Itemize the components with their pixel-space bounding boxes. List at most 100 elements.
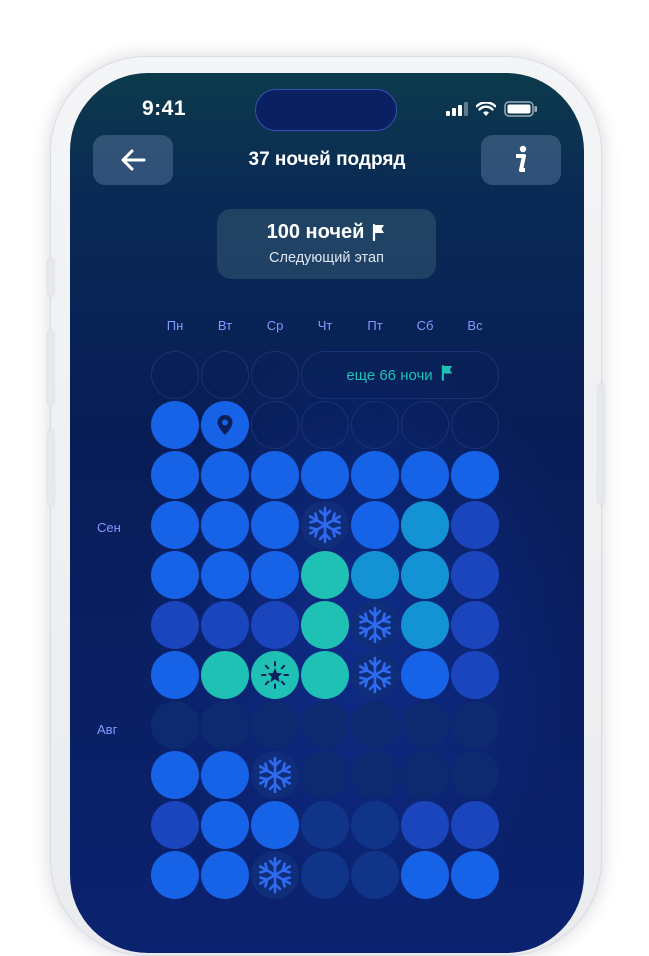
night-cell[interactable] (451, 801, 499, 849)
weekday-label: Сб (416, 318, 434, 333)
night-cell[interactable] (201, 601, 249, 649)
night-cell[interactable] (201, 501, 249, 549)
star-badge-icon (260, 660, 290, 690)
night-cell-frost[interactable] (351, 651, 399, 699)
side-button-left-2 (48, 330, 54, 406)
night-cell[interactable] (151, 401, 199, 449)
snowflake-icon (255, 755, 295, 795)
night-cell[interactable] (351, 451, 399, 499)
night-cell[interactable] (401, 751, 449, 799)
side-button-left-3 (48, 430, 54, 506)
status-time: 9:41 (142, 97, 187, 120)
weekday-label: Вт (217, 318, 233, 333)
night-cell[interactable] (401, 451, 449, 499)
night-cell[interactable] (351, 801, 399, 849)
night-cell-empty (401, 401, 449, 449)
night-cell-empty (301, 401, 349, 449)
night-cell[interactable] (151, 751, 199, 799)
night-cell[interactable] (201, 651, 249, 699)
night-cell[interactable] (151, 501, 199, 549)
location-pin-icon (213, 413, 237, 437)
night-cell[interactable] (201, 801, 249, 849)
night-cell[interactable] (201, 551, 249, 599)
remaining-nights-pill: еще 66 ночи (301, 351, 499, 399)
night-cell-star[interactable] (251, 651, 299, 699)
side-button-left-1 (48, 258, 54, 296)
nights-calendar-grid: еще 66 ночи (150, 350, 500, 900)
night-cell[interactable] (151, 651, 199, 699)
night-cell[interactable] (151, 701, 199, 749)
night-cell[interactable] (401, 851, 449, 899)
night-cell[interactable] (151, 601, 199, 649)
night-cell[interactable] (301, 851, 349, 899)
night-cell[interactable] (251, 701, 299, 749)
night-cell[interactable] (451, 751, 499, 799)
night-cell[interactable] (401, 701, 449, 749)
night-cell-empty (201, 351, 249, 399)
app-screen: 9:41 37 ночей подряд 100 ночей Следующий… (70, 73, 584, 953)
weekday-header: Пн Вт Ср Чт Пт Сб Вс (150, 318, 500, 333)
night-cell-empty (351, 401, 399, 449)
weekday-label: Пн (166, 318, 184, 333)
night-cell[interactable] (301, 801, 349, 849)
night-cell[interactable] (201, 701, 249, 749)
night-cell[interactable] (401, 501, 449, 549)
night-cell[interactable] (401, 601, 449, 649)
night-cell[interactable] (351, 551, 399, 599)
night-cell[interactable] (451, 701, 499, 749)
night-cell[interactable] (251, 551, 299, 599)
night-cell[interactable] (251, 801, 299, 849)
night-cell[interactable] (451, 551, 499, 599)
night-cell[interactable] (201, 751, 249, 799)
snowflake-icon (305, 505, 345, 545)
night-cell[interactable] (451, 501, 499, 549)
night-cell-empty (251, 401, 299, 449)
night-cell[interactable] (301, 601, 349, 649)
night-cell[interactable] (201, 851, 249, 899)
night-cell[interactable] (251, 501, 299, 549)
night-cell[interactable] (451, 451, 499, 499)
weekday-label: Пт (367, 318, 383, 333)
night-cell[interactable] (451, 651, 499, 699)
weekday-label: Ср (266, 318, 284, 333)
snowflake-icon (355, 605, 395, 645)
night-cell[interactable] (351, 851, 399, 899)
night-cell[interactable] (201, 451, 249, 499)
night-cell[interactable] (151, 451, 199, 499)
weekday-label: Вс (467, 318, 483, 333)
night-cell[interactable] (151, 851, 199, 899)
night-cell-frost[interactable] (301, 501, 349, 549)
night-cell[interactable] (401, 801, 449, 849)
night-cell[interactable] (301, 551, 349, 599)
next-milestone-card: 100 ночей Следующий этап (217, 209, 436, 279)
night-cell[interactable] (451, 851, 499, 899)
milestone-subtitle: Следующий этап (269, 250, 384, 266)
battery-icon (504, 101, 537, 117)
night-cell[interactable] (401, 651, 449, 699)
night-cell[interactable] (251, 451, 299, 499)
night-cell[interactable] (301, 651, 349, 699)
night-cell[interactable] (351, 751, 399, 799)
night-cell[interactable] (301, 451, 349, 499)
night-cell[interactable] (451, 601, 499, 649)
month-label-aug: Авг (97, 722, 118, 737)
night-cell[interactable] (401, 551, 449, 599)
signal-icon (446, 102, 468, 116)
night-cell-frost[interactable] (251, 751, 299, 799)
wifi-icon (476, 101, 496, 116)
night-cell-frost[interactable] (351, 601, 399, 649)
night-cell[interactable] (301, 751, 349, 799)
night-cell[interactable] (151, 801, 199, 849)
side-button-right (598, 384, 604, 504)
month-label-sep: Сен (97, 520, 121, 535)
info-button[interactable] (481, 135, 561, 185)
night-cell-empty (151, 351, 199, 399)
night-cell[interactable] (351, 501, 399, 549)
night-cell[interactable] (351, 701, 399, 749)
night-cell-frost[interactable] (251, 851, 299, 899)
night-cell-current[interactable] (201, 401, 249, 449)
night-cell[interactable] (151, 551, 199, 599)
night-cell[interactable] (251, 601, 299, 649)
night-cell[interactable] (301, 701, 349, 749)
info-icon (516, 145, 527, 172)
